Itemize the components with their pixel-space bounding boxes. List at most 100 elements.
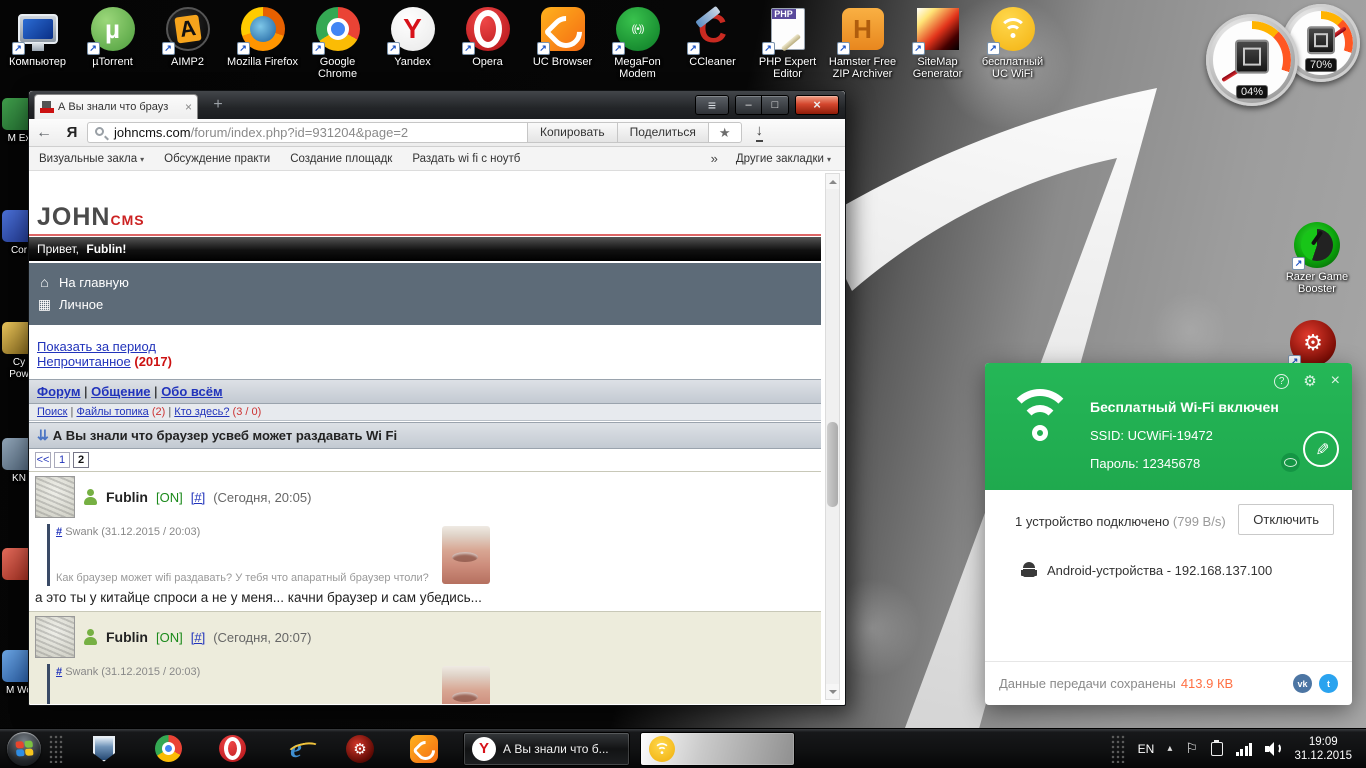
page-1-button[interactable]: 1 [54,452,70,468]
downloads-icon[interactable]: ↓ [755,123,764,142]
gear-icon[interactable]: ⚙ [1303,372,1316,390]
tab-close-icon[interactable]: × [185,100,192,114]
post-anchor-link[interactable]: [#] [191,490,205,505]
wifi-status-title: Бесплатный Wi-Fi включен [1090,399,1279,415]
other-bookmarks-button[interactable]: Другие закладки ▾ [726,153,845,165]
quote-anchor-link[interactable]: # [56,526,62,538]
icon-label: AIMP2 [170,56,204,68]
device-list-item[interactable]: Android-устройства - 192.168.137.100 [1021,562,1272,579]
breadcrumb: Форум | Общение | Обо всём [29,379,821,404]
user-avatar[interactable] [35,476,75,518]
desktop-icon-uc-wifi[interactable]: ↗ бесплатный UC WiFi [975,5,1050,80]
twitter-icon[interactable]: t [1319,674,1338,693]
task-button-uc-wifi[interactable] [640,731,795,766]
language-indicator[interactable]: EN [1138,742,1155,756]
clock[interactable]: 19:09 31.12.2015 [1294,735,1358,763]
unread-link[interactable]: Непрочитанное [37,354,131,369]
quote-anchor-link[interactable]: # [56,666,62,678]
post-time: (Сегодня, 20:07) [213,629,312,645]
cpu-meter-gadget[interactable]: 70% 04% [1206,4,1362,106]
taskbar-icon-chrome[interactable] [153,734,183,764]
minimize-button[interactable]: – [735,95,762,115]
action-center-flag-icon[interactable]: ⚐ [1185,740,1198,757]
post-author[interactable]: Fublin [106,489,148,505]
copy-url-button[interactable]: Копировать [527,122,617,143]
crumb-forum[interactable]: Форум [37,384,80,399]
bookmark-item[interactable]: Визуальные закла ▾ [29,153,154,165]
new-tab-button[interactable]: + [207,96,229,116]
icon-label: MegaFon Modem [614,56,661,80]
taskbar-icon-opera[interactable] [217,734,247,764]
bookmark-item[interactable]: Раздать wi fi с ноутб [402,153,530,165]
scroll-up-arrow[interactable] [826,174,839,189]
task-button-browser[interactable]: Y А Вы знали что б... [463,731,630,766]
post-anchor-link[interactable]: [#] [191,630,205,645]
who-is-here-link[interactable]: Кто здесь? [174,406,229,418]
desktop-icon-ccleaner[interactable]: C ↗ CCleaner [675,5,750,80]
desktop-icon-yandex[interactable]: Y ↗ Yandex [375,5,450,80]
bookmark-item[interactable]: Обсуждение практи [154,153,280,165]
vertical-scrollbar[interactable] [825,173,840,700]
desktop-icon-php-editor[interactable]: ↗ PHP Expert Editor [750,5,825,80]
bookmark-item[interactable]: Создание площадк [280,153,402,165]
tray-expand-icon[interactable]: ▴ [1167,743,1172,754]
desktop-icon-computer[interactable]: ↗ Компьютер [0,5,75,80]
topic-files-link[interactable]: Файлы топика [76,406,148,418]
crumb-obschenie[interactable]: Общение [91,384,150,399]
browser-tab[interactable]: А Вы знали что брауз × [34,94,198,119]
taskbar-icon-uc-browser[interactable] [409,734,439,764]
desktop-icon-sitemap[interactable]: ↗ SiteMap Generator [900,5,975,80]
unread-count: (2017) [134,354,172,369]
nav-home-link[interactable]: ⌂ На главную [37,271,821,293]
crumb-obo-vsem[interactable]: Обо всём [161,384,222,399]
network-signal-icon[interactable] [1235,742,1253,756]
desktop-icon-firefox[interactable]: ↗ Mozilla Firefox [225,5,300,80]
desktop-icon-megafon[interactable]: ((•)) ↗ MegaFon Modem [600,5,675,80]
share-url-button[interactable]: Поделиться [616,122,708,143]
desktop-icon-game-booster-red[interactable]: ⚙ ↗ [1288,320,1338,368]
taskbar-icon-game-booster[interactable]: ⚙ [345,734,375,764]
bookmarks-overflow-chevrons[interactable]: » [703,151,726,166]
taskbar-grip [49,734,63,763]
start-button[interactable] [7,731,41,766]
scroll-down-arrow[interactable] [826,684,839,699]
desktop-icon-aimp2[interactable]: A ↗ AIMP2 [150,5,225,80]
desktop-icon-utorrent[interactable]: µ ↗ µTorrent [75,5,150,80]
clipboard-tray-icon[interactable] [1210,739,1223,756]
nav-personal-link[interactable]: ▦ Личное [37,293,821,315]
help-icon[interactable]: ? [1274,373,1290,389]
desktop-icon-razer-game-booster[interactable]: ↗ Razer Game Booster [1272,222,1362,295]
maximize-button[interactable]: □ [762,95,789,115]
desktop-icon-chrome[interactable]: ↗ Google Chrome [300,5,375,80]
bookmark-star-icon[interactable]: ★ [707,122,742,143]
scrollbar-thumb[interactable] [827,422,838,507]
desktop-icon-opera[interactable]: ↗ Opera [450,5,525,80]
data-saved-label: Данные передачи сохранены [999,676,1176,691]
desktop-icon-uc-browser[interactable]: ↗ UC Browser [525,5,600,80]
icon-label: SiteMap Generator [912,56,963,80]
shortcut-arrow-icon: ↗ [611,42,625,55]
volume-icon[interactable] [1265,741,1282,756]
vk-icon[interactable]: vk [1293,674,1312,693]
close-panel-icon[interactable]: × [1331,372,1340,390]
search-link[interactable]: Поиск [37,406,67,418]
johncms-logo[interactable]: JOHNCMS [29,171,821,236]
tab-title: А Вы знали что брауз [58,101,169,113]
taskbar-icon-ie[interactable]: e [281,734,311,764]
close-button[interactable]: × [795,95,839,115]
edit-wifi-button[interactable]: ✎ [1303,431,1339,467]
desktop-icon-hamster-zip[interactable]: H ↗ Hamster Free ZIP Archiver [825,5,900,80]
user-avatar[interactable] [35,616,75,658]
page-prev-button[interactable]: << [35,452,51,468]
taskbar-icon-modem[interactable] [89,734,119,764]
show-period-link[interactable]: Показать за период [37,339,156,354]
address-bar[interactable]: johncms.com/forum/index.php?id=931204&pa… [87,122,527,143]
shortcut-arrow-icon: ↗ [911,42,925,55]
back-button[interactable]: ← [29,124,59,142]
post-author[interactable]: Fublin [106,629,148,645]
disconnect-button[interactable]: Отключить [1238,504,1334,535]
show-password-eye-icon[interactable] [1281,453,1300,472]
yandex-browser-icon[interactable]: Я [59,124,85,141]
browser-menu-button[interactable]: ≡ [695,95,729,115]
tray-time: 19:09 [1308,735,1338,748]
